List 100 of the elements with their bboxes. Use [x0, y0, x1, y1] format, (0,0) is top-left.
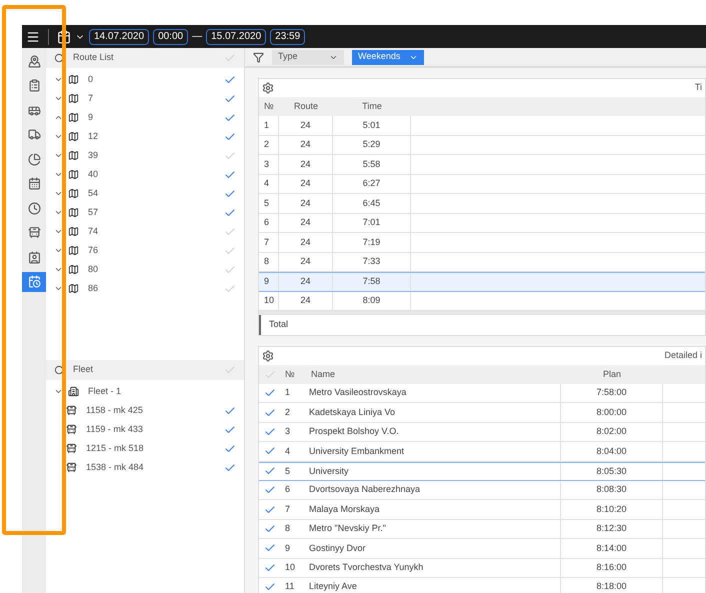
end-time-field[interactable]: 23:59 [270, 28, 306, 44]
check-icon[interactable] [224, 130, 236, 142]
check-icon[interactable] [224, 462, 236, 474]
table-title: Detailed i [664, 349, 702, 362]
column-header[interactable]: Time [333, 100, 411, 114]
chevron-down-icon[interactable] [54, 75, 63, 84]
vehicle-item[interactable]: 1215 - mk 518 [46, 439, 244, 458]
filter-icon[interactable] [253, 52, 264, 62]
route-item[interactable]: 57 [46, 203, 244, 222]
route-item[interactable]: 9 [46, 108, 244, 127]
check-icon[interactable] [264, 426, 276, 438]
chevron-down-icon[interactable] [54, 189, 63, 198]
bus-icon [28, 104, 40, 116]
route-item[interactable]: 39 [46, 146, 244, 165]
check-icon[interactable] [224, 188, 236, 200]
check-icon[interactable] [224, 226, 236, 238]
table-row[interactable]: 7 Malaya Morskaya 8:10:20 [259, 500, 705, 520]
route-item[interactable]: 12 [46, 127, 244, 146]
route-item[interactable]: 74 [46, 222, 244, 241]
menu-icon[interactable] [26, 30, 40, 44]
table-row[interactable]: 2 Kadetskaya Liniya Vo 8:00:00 [259, 403, 705, 423]
check-icon[interactable] [224, 206, 236, 218]
nav-button[interactable] [22, 272, 46, 292]
check-icon[interactable] [224, 92, 236, 104]
chevron-down-icon[interactable] [54, 132, 63, 141]
column-header[interactable]: № [259, 100, 279, 114]
table-row[interactable]: 6 24 7:01 [259, 214, 705, 233]
table-row[interactable]: 5 24 6:45 [259, 194, 705, 214]
chevron-down-icon[interactable] [54, 387, 63, 396]
chevron-down-icon[interactable] [54, 284, 63, 293]
table-row[interactable]: 7 24 7:19 [259, 233, 705, 252]
table-row[interactable]: 9 Gostinyy Dvor 8:14:00 [259, 539, 705, 559]
column-header[interactable]: Plan [561, 368, 663, 382]
chevron-down-icon[interactable] [54, 265, 63, 274]
chevron-down-icon[interactable] [54, 170, 63, 179]
vehicle-item[interactable]: 1158 - mk 425 [46, 401, 244, 420]
table-row[interactable]: 3 Prospekt Bolshoy V.O. 8:02:00 [259, 422, 705, 442]
table-row[interactable]: 9 24 7:58 [259, 272, 705, 292]
chevron-down-icon[interactable] [54, 94, 63, 103]
table-cell: 24 [279, 174, 333, 193]
check-icon[interactable] [224, 442, 236, 454]
check-icon[interactable] [264, 368, 276, 380]
check-icon[interactable] [264, 562, 276, 574]
check-icon[interactable] [224, 244, 236, 256]
end-date-field[interactable]: 15.07.2020 [206, 28, 266, 44]
route-item[interactable]: 0 [46, 70, 244, 89]
check-icon[interactable] [264, 504, 276, 516]
start-date-field[interactable]: 14.07.2020 [89, 28, 150, 44]
start-time-field[interactable]: 00:00 [153, 28, 188, 44]
search-icon[interactable] [54, 364, 65, 376]
route-item[interactable]: 7 [46, 89, 244, 108]
vehicle-item[interactable]: 1538 - mk 484 [46, 458, 244, 477]
table-row[interactable]: 5 University 8:05:30 [259, 462, 705, 481]
table-row[interactable]: 8 Metro "Nevskiy Pr." 8:12:30 [259, 520, 705, 540]
table-row[interactable]: 11 Liteyniy Ave 8:18:00 [259, 578, 705, 593]
route-item[interactable]: 54 [46, 184, 244, 203]
filter-dropdown[interactable]: Weekends [352, 50, 424, 64]
chevron-down-icon[interactable] [54, 227, 63, 236]
filter-dropdown[interactable]: Type [272, 50, 344, 64]
table-row[interactable]: 4 University Embankment 8:04:00 [259, 442, 705, 462]
check-icon[interactable] [224, 74, 236, 86]
check-icon[interactable] [224, 424, 236, 436]
chevron-down-icon[interactable] [54, 246, 63, 255]
search-icon[interactable] [54, 52, 65, 64]
check-icon[interactable] [224, 364, 236, 376]
check-icon[interactable] [224, 264, 236, 276]
chevron-down-icon[interactable] [54, 151, 63, 160]
check-icon[interactable] [264, 406, 276, 419]
map-icon [68, 150, 79, 161]
check-icon[interactable] [224, 112, 236, 124]
table-row[interactable]: 10 Dvorets Tvorchestva Yunykh 8:16:00 [259, 558, 705, 578]
settings-icon[interactable] [262, 350, 274, 362]
check-icon[interactable] [224, 150, 236, 162]
check-icon[interactable] [224, 282, 236, 294]
fleet-group[interactable]: Fleet - 1 [46, 382, 244, 401]
route-item[interactable]: 86 [46, 279, 244, 298]
check-icon[interactable] [224, 168, 236, 180]
table-row[interactable]: 1 24 5:01 [259, 116, 705, 136]
check-icon[interactable] [264, 581, 276, 593]
calendar-icon[interactable] [57, 30, 71, 44]
table-row[interactable]: 4 24 6:27 [259, 174, 705, 194]
check-icon[interactable] [264, 522, 276, 535]
check-icon[interactable] [224, 404, 236, 416]
column-header[interactable]: № [281, 368, 301, 382]
route-item[interactable]: 76 [46, 241, 244, 260]
table-row[interactable]: 2 24 5:29 [259, 136, 705, 155]
route-item[interactable]: 80 [46, 260, 244, 279]
settings-icon[interactable] [262, 82, 274, 94]
table-cell: 6:27 [333, 174, 411, 193]
table-row[interactable]: 3 24 5:58 [259, 155, 705, 174]
chevron-down-icon[interactable] [54, 208, 63, 217]
table-row[interactable]: 1 Metro Vasileostrovskaya 7:58:00 [259, 384, 705, 404]
column-header[interactable]: Route [279, 100, 333, 114]
map-icon [68, 207, 79, 218]
vehicle-item[interactable]: 1159 - mk 433 [46, 420, 244, 439]
table-row[interactable]: 6 Dvortsovaya Naberezhnaya 8:08:30 [259, 480, 705, 500]
check-icon[interactable] [224, 52, 236, 64]
chevron-up-icon[interactable] [54, 113, 63, 122]
column-header[interactable]: Name [301, 368, 561, 382]
route-item[interactable]: 40 [46, 165, 244, 184]
